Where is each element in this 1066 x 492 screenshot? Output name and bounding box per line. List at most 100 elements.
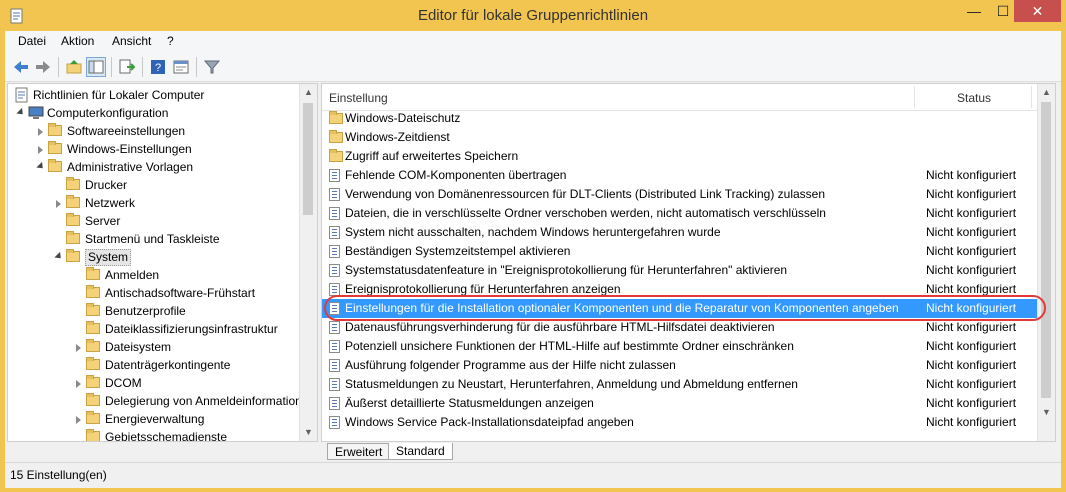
tree-item-label: Computerkonfiguration — [47, 106, 169, 120]
tree-item-label: Dateisystem — [105, 340, 172, 354]
tree-item[interactable]: Dateiklassifizierungsinfrastruktur — [8, 320, 300, 338]
toolbar-separator — [58, 57, 59, 77]
back-arrow-icon[interactable] — [11, 57, 31, 77]
tree-item[interactable]: Startmenü und Taskleiste — [8, 230, 300, 248]
show-hide-tree-icon[interactable] — [86, 57, 106, 77]
policy-setting-icon — [329, 264, 340, 277]
tree-item[interactable]: Drucker — [8, 176, 300, 194]
list-item[interactable]: Fehlende COM-Komponenten übertragen Nicht… — [322, 166, 1038, 185]
tree-item[interactable]: Server — [8, 212, 300, 230]
collapse-arrow-icon[interactable] — [16, 107, 26, 118]
collapse-arrow-icon[interactable] — [36, 161, 46, 172]
tree-item[interactable]: Netzwerk — [8, 194, 300, 212]
view-tabs: Erweitert Standard — [321, 443, 1056, 461]
tree-item[interactable]: Delegierung von Anmeldeinformationen — [8, 392, 315, 410]
list-item[interactable]: Dateien, die in verschlüsselte Ordner ve… — [322, 204, 1038, 223]
policy-setting-icon — [329, 378, 340, 391]
properties-icon[interactable] — [171, 57, 191, 77]
tree-scroll-thumb[interactable] — [303, 103, 313, 215]
scroll-down-icon[interactable]: ▼ — [1038, 404, 1055, 421]
settings-list-pane[interactable]: Einstellung Status Windows-Dateischutz Wi… — [321, 83, 1056, 442]
list-scroll-thumb[interactable] — [1041, 102, 1051, 398]
list-item[interactable]: Windows Service Pack-Installationsdateip… — [322, 413, 1038, 432]
up-folder-icon[interactable] — [64, 57, 84, 77]
tab-standard[interactable]: Standard — [388, 443, 453, 460]
setting-status: Nicht konfiguriert — [926, 244, 1017, 258]
maximize-button[interactable]: ☐ — [989, 0, 1017, 22]
tree-item[interactable]: System — [8, 248, 300, 266]
tree-item[interactable]: Richtlinien für Lokaler Computer — [8, 86, 300, 104]
menu-datei[interactable]: Datei — [18, 34, 46, 48]
tree-item[interactable]: Computerkonfiguration — [8, 104, 300, 122]
folder-icon — [86, 303, 100, 316]
list-item[interactable]: Potenziell unsichere Funktionen der HTML… — [322, 337, 1038, 356]
expand-arrow-icon[interactable] — [76, 380, 81, 388]
scroll-up-icon[interactable]: ▲ — [300, 84, 317, 101]
collapse-arrow-icon[interactable] — [54, 251, 64, 262]
minimize-button[interactable]: — — [960, 0, 988, 22]
title-bar[interactable]: Editor für lokale Gruppenrichtlinien — ☐… — [0, 0, 1066, 31]
tree-item-label: Gebietsschemadienste — [105, 430, 228, 442]
tab-erweitert[interactable]: Erweitert — [327, 443, 391, 460]
scroll-up-icon[interactable]: ▲ — [1038, 84, 1055, 101]
list-item[interactable]: System nicht ausschalten, nachdem Window… — [322, 223, 1038, 242]
tree-item[interactable]: Softwareeinstellungen — [8, 122, 300, 140]
column-divider[interactable] — [914, 86, 915, 108]
forward-arrow-icon[interactable] — [33, 57, 53, 77]
setting-name: Zugriff auf erweitertes Speichern — [345, 149, 519, 163]
close-button[interactable]: ✕ — [1014, 0, 1061, 22]
menu-ansicht[interactable]: Ansicht — [112, 34, 151, 48]
expand-arrow-icon[interactable] — [38, 146, 43, 154]
tree-item[interactable]: Datenträgerkontingente — [8, 356, 300, 374]
setting-status: Nicht konfiguriert — [926, 168, 1017, 182]
menu-aktion[interactable]: Aktion — [61, 34, 94, 48]
expand-arrow-icon[interactable] — [76, 344, 81, 352]
folder-icon — [329, 130, 343, 143]
export-list-icon[interactable] — [117, 57, 137, 77]
expand-arrow-icon[interactable] — [56, 200, 61, 208]
help-icon[interactable]: ? — [148, 57, 168, 77]
tree-item[interactable]: Dateisystem — [8, 338, 300, 356]
tree-item-label: DCOM — [105, 376, 142, 390]
expand-arrow-icon[interactable] — [38, 128, 43, 136]
scroll-down-icon[interactable]: ▼ — [300, 424, 317, 441]
tree-item[interactable]: Benutzerprofile — [8, 302, 300, 320]
folder-icon — [86, 321, 100, 334]
list-scrollbar[interactable]: ▲ ▼ — [1037, 84, 1055, 441]
tree-item[interactable]: Windows-Einstellungen — [8, 140, 300, 158]
column-header-status[interactable]: Status — [957, 91, 991, 105]
list-item[interactable]: Äußerst detaillierte Statusmeldungen anz… — [322, 394, 1038, 413]
toolbar-separator — [142, 57, 143, 77]
tree-item[interactable]: Energieverwaltung — [8, 410, 300, 428]
expand-arrow-icon[interactable] — [76, 416, 81, 424]
list-item[interactable]: Beständigen Systemzeitstempel aktivieren… — [322, 242, 1038, 261]
annotation-oval — [324, 295, 1046, 321]
policy-setting-icon — [329, 416, 340, 429]
setting-name: Potenziell unsichere Funktionen der HTML… — [345, 339, 794, 353]
column-divider[interactable] — [1031, 86, 1032, 108]
tree-item[interactable]: DCOM — [8, 374, 300, 392]
list-item[interactable]: Statusmeldungen zu Neustart, Herunterfah… — [322, 375, 1038, 394]
folder-icon — [66, 177, 80, 190]
tree-item[interactable]: Gebietsschemadienste — [8, 428, 300, 442]
setting-name: Fehlende COM-Komponenten übertragen — [345, 168, 567, 182]
tree-item[interactable]: Antischadsoftware-Frühstart — [8, 284, 300, 302]
tree-item-label: Delegierung von Anmeldeinformationen — [105, 394, 316, 408]
column-header-setting[interactable]: Einstellung — [329, 91, 388, 105]
toolbar: ? — [5, 52, 1061, 82]
folder-icon — [86, 375, 100, 388]
filter-icon[interactable] — [202, 57, 222, 77]
menu-help[interactable]: ? — [167, 34, 174, 48]
tree-item[interactable]: Administrative Vorlagen — [8, 158, 300, 176]
setting-status: Nicht konfiguriert — [926, 339, 1017, 353]
tree-item[interactable]: Anmelden — [8, 266, 300, 284]
list-item[interactable]: Ausführung folgender Programme aus der H… — [322, 356, 1038, 375]
list-item[interactable]: Verwendung von Domänenressourcen für DLT… — [322, 185, 1038, 204]
tree-pane[interactable]: Richtlinien für Lokaler Computer Computer… — [7, 83, 318, 442]
list-item[interactable]: Systemstatusdatenfeature in "Ereignispro… — [322, 261, 1038, 280]
list-header: Einstellung Status — [322, 84, 1038, 111]
list-item[interactable]: Zugriff auf erweitertes Speichern — [322, 147, 1038, 166]
list-item[interactable]: Windows-Dateischutz — [322, 109, 1038, 128]
list-item[interactable]: Windows-Zeitdienst — [322, 128, 1038, 147]
tree-scrollbar[interactable]: ▲ ▼ — [299, 84, 317, 441]
